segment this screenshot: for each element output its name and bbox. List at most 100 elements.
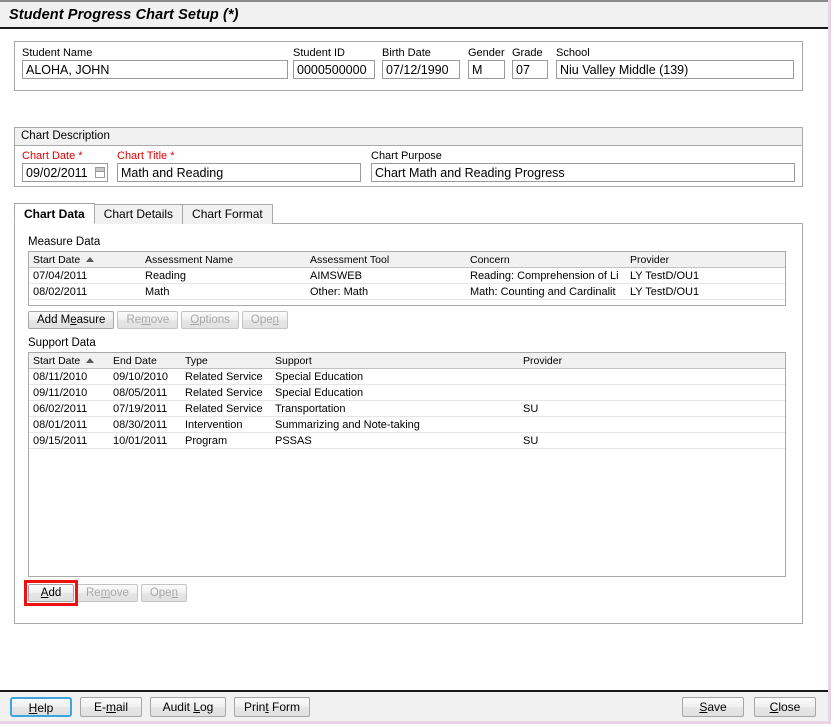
cell-start-date: 08/02/2011: [33, 285, 88, 298]
add-support-button[interactable]: Add: [28, 584, 74, 602]
cell-support: Summarizing and Note-taking: [275, 418, 420, 431]
window-titlebar: Student Progress Chart Setup (*): [0, 0, 828, 29]
email-button[interactable]: E-mail: [80, 697, 142, 717]
student-name-label: Student Name: [22, 47, 93, 59]
birth-date-label: Birth Date: [382, 47, 431, 59]
tab-chart-data[interactable]: Chart Data: [14, 203, 95, 224]
footer-toolbar: Help E-mail Audit Log Print Form Save Cl…: [0, 690, 828, 721]
measure-data-buttonbar: Add Measure Remove Options Open: [28, 311, 289, 329]
cell-end-date: 08/30/2011: [113, 418, 168, 431]
student-id-label: Student ID: [293, 47, 345, 59]
close-button[interactable]: Close: [754, 697, 816, 717]
support-data-label: Support Data: [28, 337, 96, 349]
cell-end-date: 09/10/2010: [113, 370, 169, 383]
measure-data-grid[interactable]: Start Date Assessment Name Assessment To…: [28, 251, 786, 306]
tabstrip: Chart Data Chart Details Chart Format: [14, 203, 273, 224]
save-button[interactable]: Save: [682, 697, 744, 717]
cell-support: Special Education: [275, 370, 364, 383]
cell-provider: SU: [523, 402, 539, 415]
options-button: Options: [181, 311, 239, 329]
cell-type: Related Service: [185, 386, 263, 399]
gender-input[interactable]: M: [468, 60, 505, 79]
table-row[interactable]: 09/15/2011 10/01/2011 Program PSSAS SU: [29, 433, 785, 449]
cell-assessment-tool: AIMSWEB: [310, 269, 362, 282]
student-name-field: Student Name ALOHA, JOHN: [22, 47, 288, 79]
chart-date-input-wrap: 09/02/2011: [22, 163, 108, 182]
table-row[interactable]: 09/11/2010 08/05/2011 Related Service Sp…: [29, 385, 785, 401]
cell-type: Intervention: [185, 418, 243, 431]
calendar-icon[interactable]: [95, 167, 105, 178]
cell-support: Transportation: [275, 402, 346, 415]
measure-col-provider[interactable]: Provider: [626, 254, 785, 266]
cell-end-date: 10/01/2011: [113, 434, 168, 447]
cell-start-date: 06/02/2011: [33, 402, 88, 415]
support-col-start-date[interactable]: Start Date: [29, 355, 109, 367]
table-row[interactable]: 08/01/2011 08/30/2011 Intervention Summa…: [29, 417, 785, 433]
school-label: School: [556, 47, 590, 59]
cell-start-date: 08/11/2010: [33, 370, 88, 383]
measure-col-assessment-name[interactable]: Assessment Name: [141, 254, 306, 266]
cell-assessment-name: Reading: [145, 269, 186, 282]
chart-title-input[interactable]: Math and Reading: [117, 163, 361, 182]
audit-log-button[interactable]: Audit Log: [150, 697, 226, 717]
support-data-grid-header: Start Date End Date Type Support Provide…: [29, 353, 785, 369]
gender-field: Gender M: [468, 47, 505, 79]
support-col-support[interactable]: Support: [271, 355, 519, 367]
cell-start-date: 09/15/2011: [33, 434, 88, 447]
cell-concern: Reading: Comprehension of Li: [470, 269, 619, 282]
footer-right-buttons: Save Close: [682, 697, 816, 717]
student-id-input[interactable]: 0000500000: [293, 60, 375, 79]
remove-support-button: Remove: [77, 584, 138, 602]
cell-end-date: 07/19/2011: [113, 402, 168, 415]
form-content: Student Name ALOHA, JOHN Student ID 0000…: [0, 29, 828, 690]
tab-chart-details[interactable]: Chart Details: [93, 204, 184, 224]
student-name-input[interactable]: ALOHA, JOHN: [22, 60, 288, 79]
help-button[interactable]: Help: [10, 697, 72, 717]
birth-date-field: Birth Date 07/12/1990: [382, 47, 460, 79]
school-field: School Niu Valley Middle (139): [556, 47, 794, 79]
footer-left-buttons: Help E-mail Audit Log Print Form: [10, 697, 310, 717]
table-row[interactable]: 06/02/2011 07/19/2011 Related Service Tr…: [29, 401, 785, 417]
sort-ascending-icon: [86, 357, 95, 363]
measure-col-assessment-tool[interactable]: Assessment Tool: [306, 254, 466, 266]
chart-date-label: Chart Date *: [22, 150, 83, 162]
measure-col-start-date[interactable]: Start Date: [29, 254, 141, 266]
student-id-field: Student ID 0000500000: [293, 47, 375, 79]
school-input[interactable]: Niu Valley Middle (139): [556, 60, 794, 79]
grade-label: Grade: [512, 47, 543, 59]
support-col-end-date[interactable]: End Date: [109, 355, 181, 367]
chart-description-group: Chart Description Chart Date * 09/02/201…: [14, 127, 803, 187]
cell-provider: SU: [523, 434, 539, 447]
cell-support: Special Education: [275, 386, 364, 399]
open-support-button: Open: [140, 584, 187, 602]
cell-type: Related Service: [185, 402, 263, 415]
measure-col-concern[interactable]: Concern: [466, 254, 626, 266]
measure-data-label: Measure Data: [28, 236, 101, 248]
chart-title-field: Chart Title * Math and Reading: [117, 150, 361, 182]
cell-start-date: 07/04/2011: [33, 269, 88, 282]
add-measure-button[interactable]: Add Measure: [28, 311, 115, 329]
print-form-button[interactable]: Print Form: [234, 697, 310, 717]
cell-end-date: 08/05/2011: [113, 386, 168, 399]
tab-chart-format[interactable]: Chart Format: [182, 204, 273, 224]
support-data-grid[interactable]: Start Date End Date Type Support Provide…: [28, 352, 786, 577]
support-col-provider[interactable]: Provider: [519, 355, 785, 367]
chart-description-group-title: Chart Description: [15, 128, 802, 146]
cell-concern: Math: Counting and Cardinalit: [470, 285, 616, 298]
cell-support: PSSAS: [275, 434, 312, 447]
grade-field: Grade 07: [512, 47, 548, 79]
cell-type: Related Service: [185, 370, 263, 383]
table-row[interactable]: 08/02/2011 Math Other: Math Math: Counti…: [29, 284, 785, 300]
cell-provider: LY TestD/OU1: [630, 285, 700, 298]
grade-input[interactable]: 07: [512, 60, 548, 79]
sort-ascending-icon: [86, 256, 95, 262]
student-info-group: Student Name ALOHA, JOHN Student ID 0000…: [14, 41, 803, 91]
support-col-type[interactable]: Type: [181, 355, 271, 367]
chart-purpose-input[interactable]: Chart Math and Reading Progress: [371, 163, 795, 182]
cell-assessment-name: Math: [145, 285, 170, 298]
application-window: Student Progress Chart Setup (*) Student…: [0, 0, 831, 724]
table-row[interactable]: 08/11/2010 09/10/2010 Related Service Sp…: [29, 369, 785, 385]
birth-date-input[interactable]: 07/12/1990: [382, 60, 460, 79]
open-measure-button: Open: [241, 311, 289, 329]
table-row[interactable]: 07/04/2011 Reading AIMSWEB Reading: Comp…: [29, 268, 785, 284]
